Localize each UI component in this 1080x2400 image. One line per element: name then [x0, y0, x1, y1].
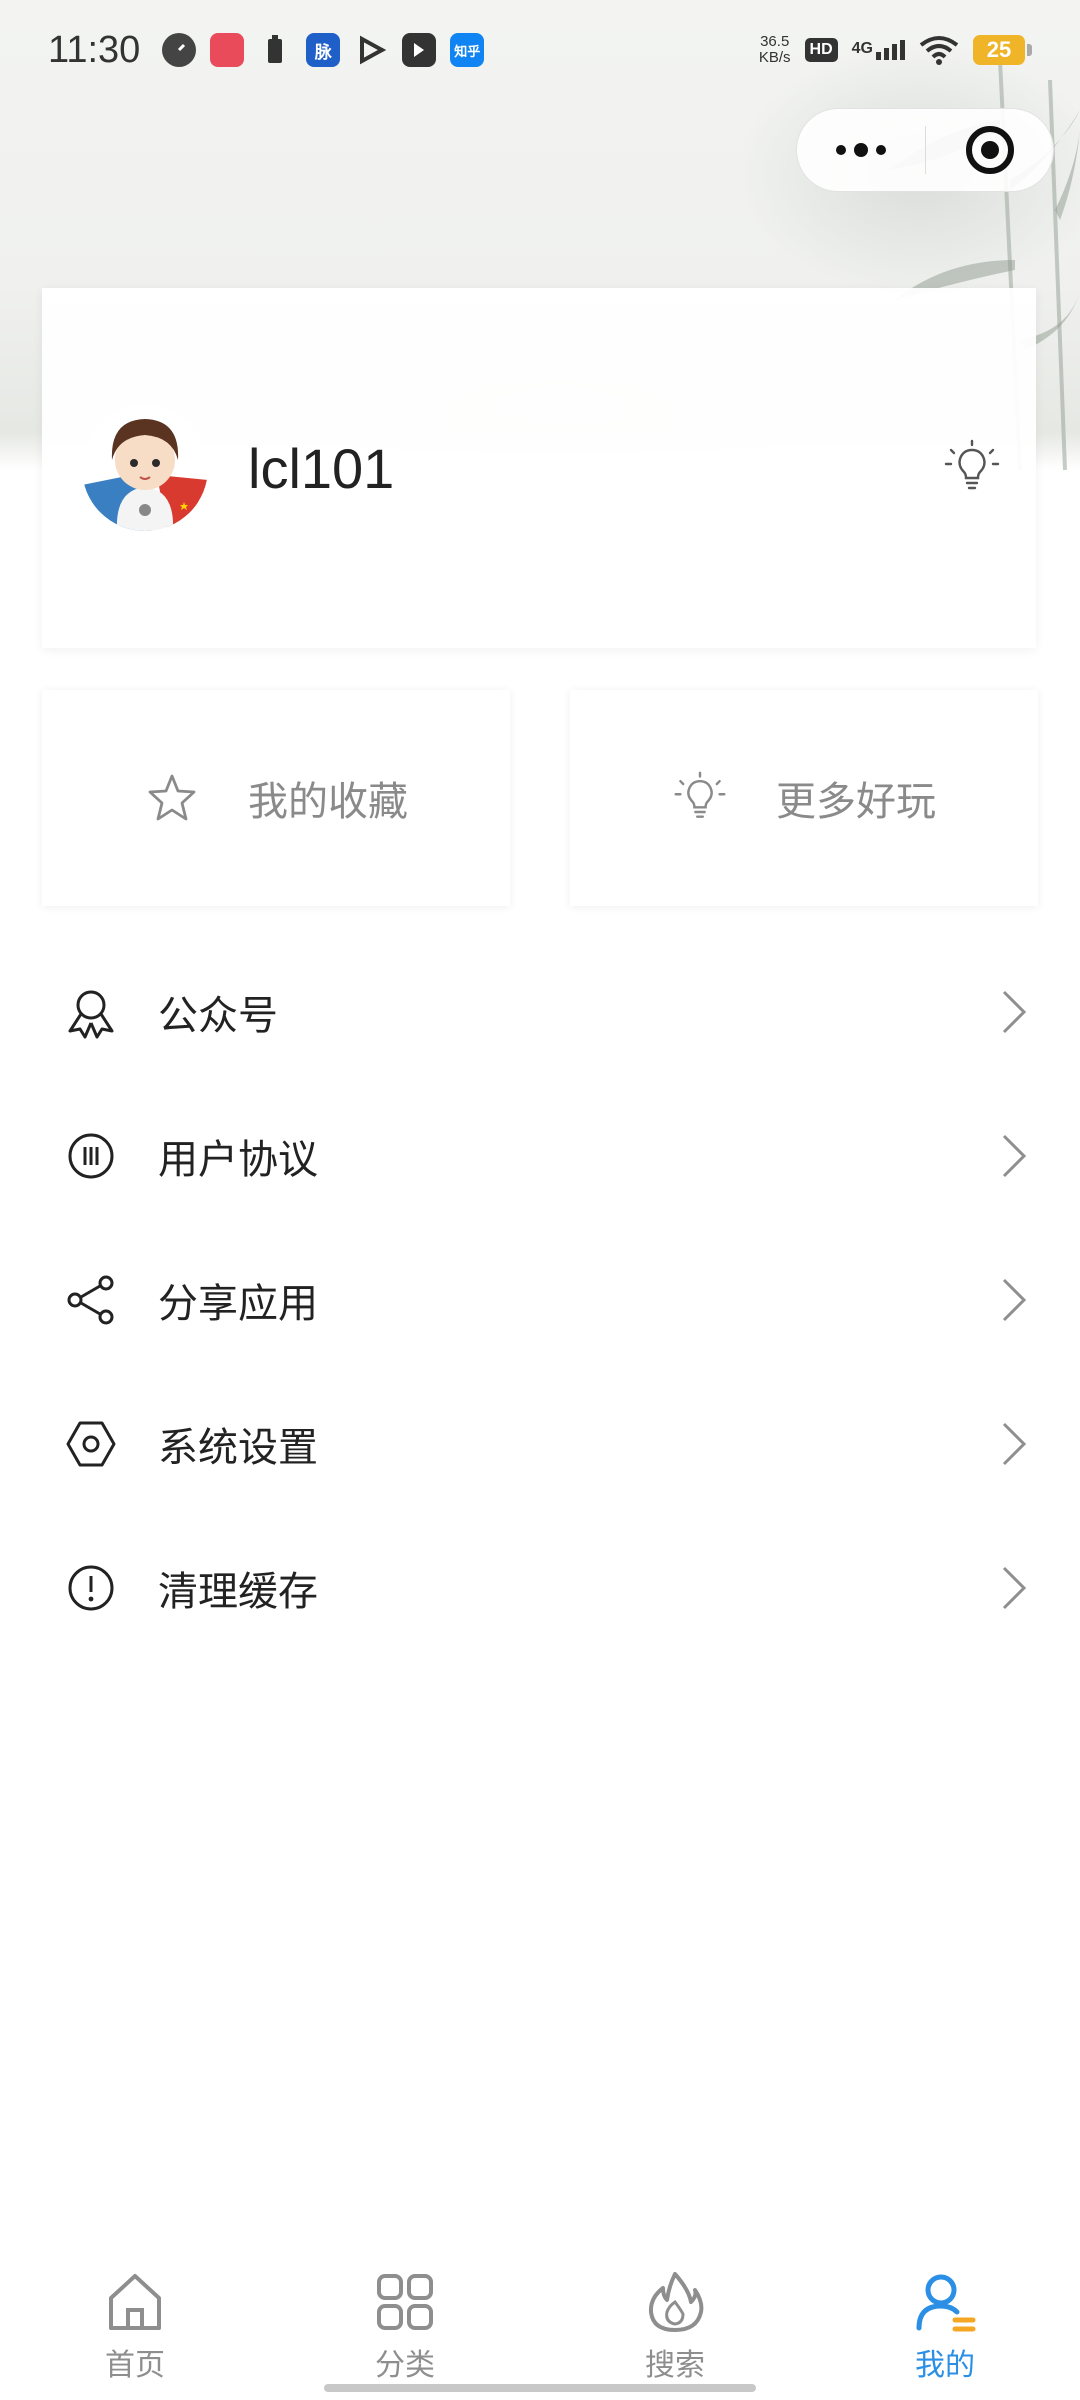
- wifi-icon: [919, 36, 959, 65]
- grid-icon: [377, 2274, 433, 2330]
- hd-badge: HD: [804, 38, 838, 62]
- mini-program-capsule: [796, 108, 1054, 192]
- system-indicators: 36.5 KB/s HD 4G 25: [759, 34, 1032, 66]
- more-fun-label: 更多好玩: [776, 779, 936, 825]
- more-fun-card[interactable]: 更多好玩: [570, 690, 1038, 906]
- tab-me[interactable]: 我的: [810, 2250, 1080, 2400]
- mai-icon: 脉: [306, 33, 341, 67]
- menu-item-official-account[interactable]: 公众号: [0, 940, 1080, 1084]
- zhihu-icon: 知乎: [450, 33, 485, 67]
- menu-label: 清理缓存: [158, 1569, 318, 1615]
- home-icon: [109, 2274, 161, 2330]
- username: lcl101: [248, 436, 395, 500]
- target-close-icon[interactable]: [926, 126, 1053, 174]
- status-time: 11:30: [48, 28, 141, 71]
- flame-icon: [648, 2272, 704, 2332]
- settings-hexagon-icon: [66, 1421, 116, 1467]
- menu-label: 分享应用: [158, 1281, 318, 1327]
- chevron-right-icon: [1002, 1422, 1027, 1466]
- tab-label: 搜索: [645, 2348, 705, 2383]
- menu-label: 用户协议: [158, 1137, 318, 1183]
- menu-item-clear-cache[interactable]: 清理缓存: [0, 1516, 1080, 1660]
- tab-categories[interactable]: 分类: [270, 2250, 540, 2400]
- home-indicator[interactable]: [324, 2384, 756, 2392]
- favorites-card[interactable]: 我的收藏: [42, 690, 510, 906]
- star-icon: [148, 774, 196, 821]
- jd-icon: [210, 33, 245, 67]
- battery-indicator: 25: [973, 35, 1032, 65]
- bottom-tab-bar: 首页 分类 搜索 我的: [0, 2250, 1080, 2400]
- tab-search[interactable]: 搜索: [540, 2250, 810, 2400]
- play-icon: [354, 33, 388, 67]
- share-icon: [67, 1275, 114, 1325]
- tab-home[interactable]: 首页: [0, 2250, 270, 2400]
- user-avatar[interactable]: [82, 405, 208, 531]
- speed-icon: [162, 33, 197, 67]
- more-dots-icon[interactable]: [797, 109, 925, 191]
- menu-item-share-app[interactable]: 分享应用: [0, 1228, 1080, 1372]
- profile-card[interactable]: lcl101: [42, 288, 1036, 648]
- tab-label: 分类: [375, 2348, 435, 2383]
- tab-label: 我的: [915, 2348, 975, 2383]
- battery-level: 25: [973, 35, 1025, 65]
- pause-circle-icon: [68, 1133, 114, 1179]
- chevron-right-icon: [1002, 1566, 1027, 1610]
- chevron-right-icon: [1002, 1134, 1027, 1178]
- award-icon: [68, 990, 114, 1039]
- menu-label: 公众号: [158, 993, 278, 1039]
- chevron-right-icon: [1002, 1278, 1027, 1322]
- menu-item-system-settings[interactable]: 系统设置: [0, 1372, 1080, 1516]
- settings-menu: 公众号 用户协议 分享应用 系统设置 清理缓存: [0, 940, 1080, 1660]
- notification-icons: 脉 知乎: [162, 33, 485, 67]
- user-icon: [916, 2274, 976, 2332]
- battery-saver-icon: [258, 33, 292, 67]
- alert-circle-icon: [68, 1565, 114, 1611]
- status-bar: 11:30 脉 知乎 36.5 KB/s HD 4G 25: [0, 0, 1080, 100]
- tab-label: 首页: [105, 2348, 165, 2383]
- network-speed: 36.5 KB/s: [758, 33, 791, 66]
- pen-icon: [402, 33, 437, 67]
- chevron-right-icon: [1002, 990, 1027, 1034]
- lightbulb-icon: [674, 771, 726, 818]
- lightbulb-icon[interactable]: [942, 438, 1002, 498]
- menu-item-user-agreement[interactable]: 用户协议: [0, 1084, 1080, 1228]
- signal-icon: 4G: [852, 40, 905, 60]
- menu-label: 系统设置: [158, 1425, 318, 1471]
- favorites-label: 我的收藏: [248, 779, 408, 825]
